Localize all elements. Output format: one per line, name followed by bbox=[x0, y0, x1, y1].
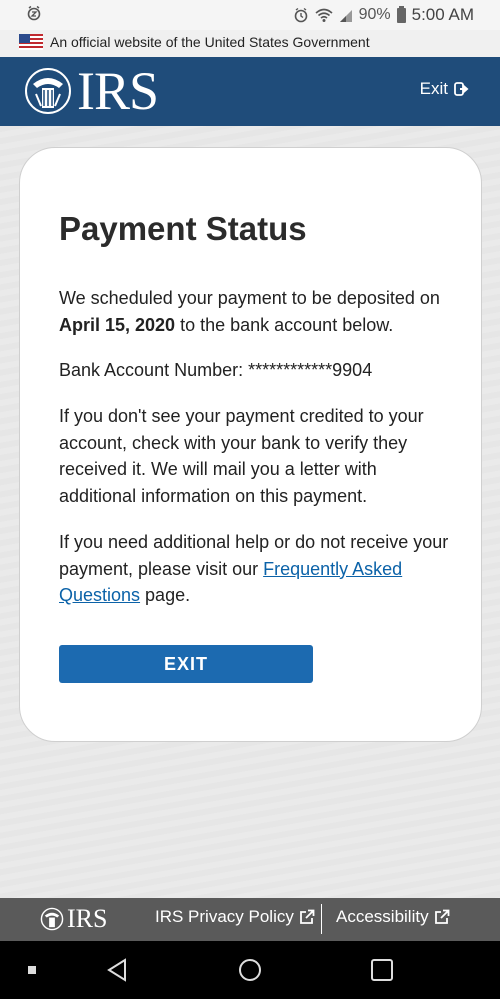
external-link-icon bbox=[299, 909, 315, 924]
schedule-paragraph: We scheduled your payment to be deposite… bbox=[59, 285, 449, 338]
alarm-snooze-icon bbox=[27, 5, 41, 21]
site-header: IRS Exit bbox=[0, 57, 500, 126]
status-bar: 90% 5:00 AM bbox=[0, 0, 500, 30]
site-footer: IRS IRS Privacy Policy Accessibility bbox=[0, 898, 500, 941]
gov-banner: An official website of the United States… bbox=[0, 30, 500, 57]
bank-account-number: Bank Account Number: ************9904 bbox=[59, 360, 373, 380]
android-nav-bar bbox=[0, 941, 500, 999]
schedule-text: We scheduled your payment to be deposite… bbox=[59, 288, 440, 308]
clock: 5:00 AM bbox=[411, 5, 474, 24]
privacy-policy-label: IRS Privacy Policy bbox=[155, 907, 294, 926]
recents-dot-icon[interactable] bbox=[28, 966, 36, 974]
help-paragraph: If you need additional help or do not re… bbox=[59, 529, 449, 609]
schedule-text-end: to the bank account below. bbox=[175, 314, 394, 335]
status-left bbox=[26, 5, 42, 26]
battery-percent: 90% bbox=[358, 6, 391, 23]
status-right: 90% 5:00 AM bbox=[293, 5, 474, 25]
battery-icon bbox=[396, 5, 406, 23]
external-link-icon bbox=[434, 909, 449, 924]
eagle-emblem-icon bbox=[25, 68, 71, 114]
header-exit-link[interactable]: Exit bbox=[420, 79, 470, 99]
exit-arrow-icon bbox=[454, 82, 469, 96]
eagle-emblem-icon bbox=[40, 907, 64, 931]
irs-logo[interactable]: IRS bbox=[25, 61, 159, 121]
accessibility-label: Accessibility bbox=[336, 907, 429, 926]
deposit-date: April 15, 2020 bbox=[59, 314, 176, 335]
us-flag-icon bbox=[19, 34, 43, 50]
header-exit-label: Exit bbox=[419, 79, 448, 98]
logo-wordmark: IRS bbox=[77, 61, 159, 121]
alarm-icon bbox=[294, 7, 307, 23]
home-icon[interactable] bbox=[238, 958, 262, 982]
info-paragraph: If you don't see your payment credited t… bbox=[59, 406, 424, 506]
footer-irs-logo[interactable]: IRS bbox=[40, 904, 108, 933]
gov-banner-text: An official website of the United States… bbox=[50, 34, 370, 50]
accessibility-link[interactable]: Accessibility bbox=[336, 907, 450, 927]
privacy-policy-link[interactable]: IRS Privacy Policy bbox=[155, 907, 315, 927]
exit-button[interactable]: EXIT bbox=[59, 645, 313, 683]
help-text-end: page. bbox=[140, 585, 191, 605]
footer-logo-wordmark: IRS bbox=[67, 904, 108, 933]
page-title: Payment Status bbox=[59, 210, 307, 247]
wifi-icon bbox=[315, 8, 333, 22]
back-icon[interactable] bbox=[106, 958, 128, 982]
footer-divider bbox=[321, 904, 322, 934]
signal-icon bbox=[339, 9, 352, 22]
overview-icon[interactable] bbox=[371, 959, 393, 981]
payment-status-card: Payment Status We scheduled your payment… bbox=[19, 147, 482, 742]
